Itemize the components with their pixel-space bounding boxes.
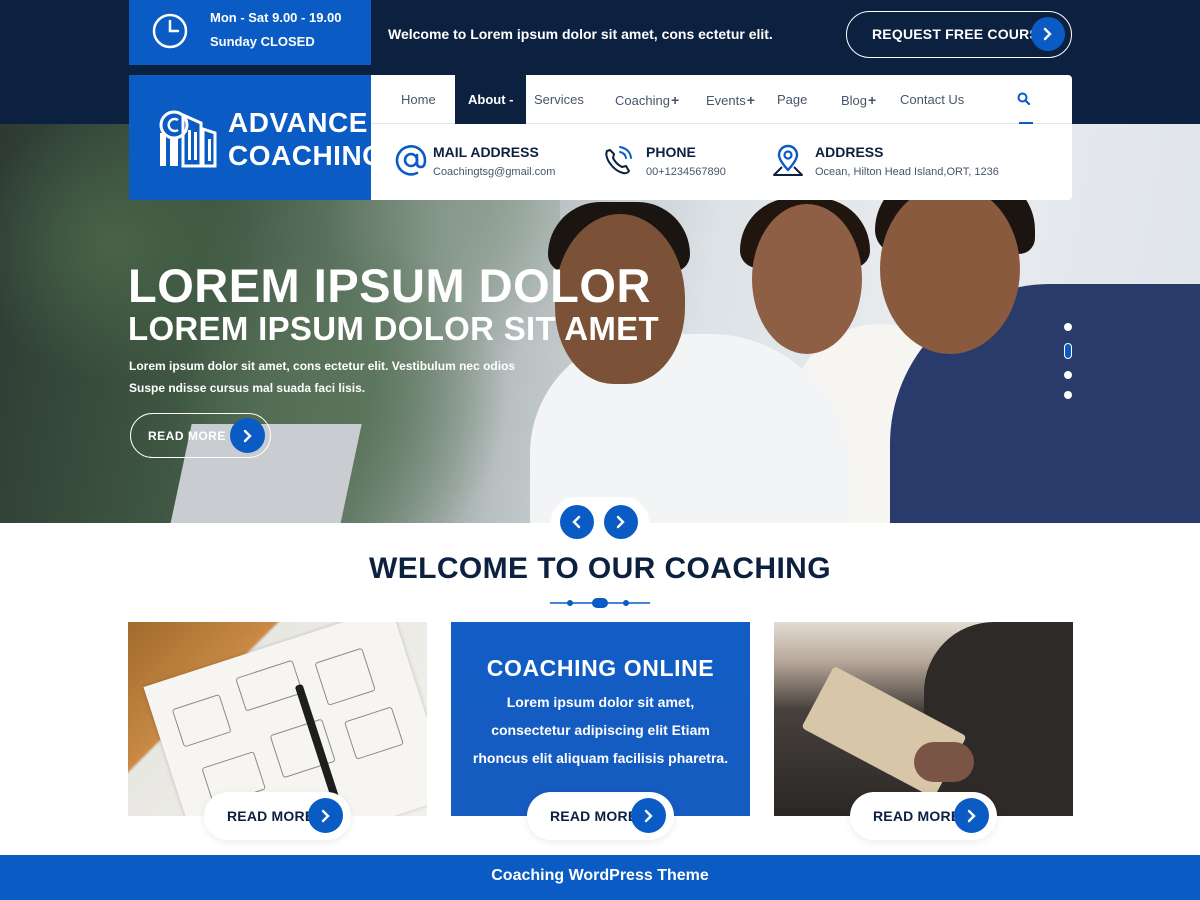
mail-title: MAIL ADDRESS xyxy=(433,144,539,160)
hero-title: LOREM IPSUM DOLOR xyxy=(128,259,651,312)
nav-item-home[interactable]: Home xyxy=(401,92,436,107)
card-photo-notebook xyxy=(143,622,427,816)
section-divider xyxy=(550,598,650,608)
address-title: ADDRESS xyxy=(815,144,884,160)
welcome-text: Welcome to Lorem ipsum dolor sit amet, c… xyxy=(388,26,773,42)
sketch-box xyxy=(235,659,304,712)
nav-item-services[interactable]: Services xyxy=(534,92,584,107)
chevron-right-icon xyxy=(230,418,265,453)
nav-item-page[interactable]: Page xyxy=(777,92,807,107)
logo-icon xyxy=(159,110,217,168)
expand-icon: + xyxy=(670,92,680,108)
card-read-more-button[interactable]: READ MORE xyxy=(204,792,351,840)
nav-label: Home xyxy=(401,92,436,107)
nav-suffix: - xyxy=(509,92,514,107)
sketch-box xyxy=(171,693,232,748)
hero-read-more-button[interactable]: READ MORE xyxy=(130,413,271,458)
hero-photo-person xyxy=(752,204,862,354)
chevron-right-icon xyxy=(1031,17,1065,51)
hero-description: Lorem ipsum dolor sit amet, cons ectetur… xyxy=(129,359,516,395)
hours-sunday: Sunday CLOSED xyxy=(210,34,315,49)
logo-text-line2: COACHING xyxy=(228,140,385,171)
nav-label: Contact Us xyxy=(900,92,965,107)
clock-icon xyxy=(152,13,188,49)
card-text: Lorem ipsum dolor sit amet, consectetur … xyxy=(472,694,729,766)
sketch-box xyxy=(344,706,404,760)
chevron-right-icon xyxy=(308,798,343,833)
main-nav: Home About - Services Coaching+ Events+ … xyxy=(371,75,1072,124)
mail-value[interactable]: Coachingtsg@gmail.com xyxy=(433,166,555,178)
phone-icon xyxy=(605,146,632,175)
slider-prev-button[interactable] xyxy=(560,505,594,539)
request-free-course-button[interactable]: REQUEST FREE COURSE xyxy=(846,11,1072,58)
request-button-label: REQUEST FREE COURSE xyxy=(872,26,1049,42)
section-title: WELCOME TO OUR COACHING xyxy=(369,552,831,585)
search-underline xyxy=(1019,122,1033,124)
hours-weekdays: Mon - Sat 9.00 - 19.00 xyxy=(210,10,342,25)
chevron-left-icon xyxy=(572,515,581,529)
nav-item-events[interactable]: Events+ xyxy=(706,92,755,108)
opening-hours-box: Mon - Sat 9.00 - 19.00 Sunday CLOSED xyxy=(129,0,371,65)
card-read-more-label: READ MORE xyxy=(873,808,961,824)
slider-navigation xyxy=(551,497,649,547)
nav-label: Blog xyxy=(841,93,868,108)
hero-photo-person xyxy=(880,184,1020,354)
card-read-more-button[interactable]: READ MORE xyxy=(850,792,997,840)
phone-title: PHONE xyxy=(646,144,696,160)
nav-label: Events xyxy=(706,93,746,108)
sketch-box xyxy=(314,647,376,706)
nav-item-blog[interactable]: Blog+ xyxy=(841,92,876,108)
map-pin-icon xyxy=(773,144,803,176)
nav-label: Services xyxy=(534,92,584,107)
feature-card-image[interactable] xyxy=(128,622,427,816)
slider-dot[interactable] xyxy=(1064,371,1072,379)
site-logo[interactable]: ADVANCE COACHING xyxy=(129,75,384,200)
card-title: COACHING ONLINE xyxy=(486,655,715,681)
nav-label: Coaching xyxy=(615,93,670,108)
expand-icon: + xyxy=(746,92,755,108)
feature-card-image[interactable] xyxy=(774,622,1073,816)
nav-label: Page xyxy=(777,92,808,107)
card-photo-hand xyxy=(914,742,974,782)
hero-read-more-label: READ MORE xyxy=(148,429,226,443)
header-card: Home About - Services Coaching+ Events+ … xyxy=(371,75,1072,200)
card-photo-person xyxy=(924,622,1073,816)
nav-item-contact-us[interactable]: Contact Us xyxy=(900,92,964,107)
nav-item-about[interactable]: About - xyxy=(455,75,526,124)
hero-subtitle: LOREM IPSUM DOLOR SIT AMET xyxy=(128,310,659,347)
slider-dot[interactable] xyxy=(1064,391,1072,399)
phone-value[interactable]: 00+1234567890 xyxy=(646,166,726,178)
card-read-more-label: READ MORE xyxy=(550,808,638,824)
slider-pagination xyxy=(1063,323,1073,411)
chevron-right-icon xyxy=(616,515,625,529)
card-read-more-label: READ MORE xyxy=(227,808,315,824)
at-sign-icon xyxy=(395,145,427,176)
expand-icon: + xyxy=(868,92,877,108)
slider-next-button[interactable] xyxy=(604,505,638,539)
search-icon[interactable] xyxy=(1017,92,1031,106)
chevron-right-icon xyxy=(631,798,666,833)
footer-bar: Coaching WordPress Theme xyxy=(0,855,1200,900)
card-read-more-button[interactable]: READ MORE xyxy=(527,792,674,840)
slider-dot-active[interactable] xyxy=(1064,343,1072,359)
nav-item-coaching[interactable]: Coaching+ xyxy=(615,92,679,108)
logo-text-line1: ADVANCE xyxy=(228,107,368,138)
nav-label: About xyxy=(468,92,506,107)
address-value: Ocean, Hilton Head Island,ORT, 1236 xyxy=(815,166,999,178)
chevron-right-icon xyxy=(954,798,989,833)
slider-dot[interactable] xyxy=(1064,323,1072,331)
footer-text: Coaching WordPress Theme xyxy=(491,867,709,884)
